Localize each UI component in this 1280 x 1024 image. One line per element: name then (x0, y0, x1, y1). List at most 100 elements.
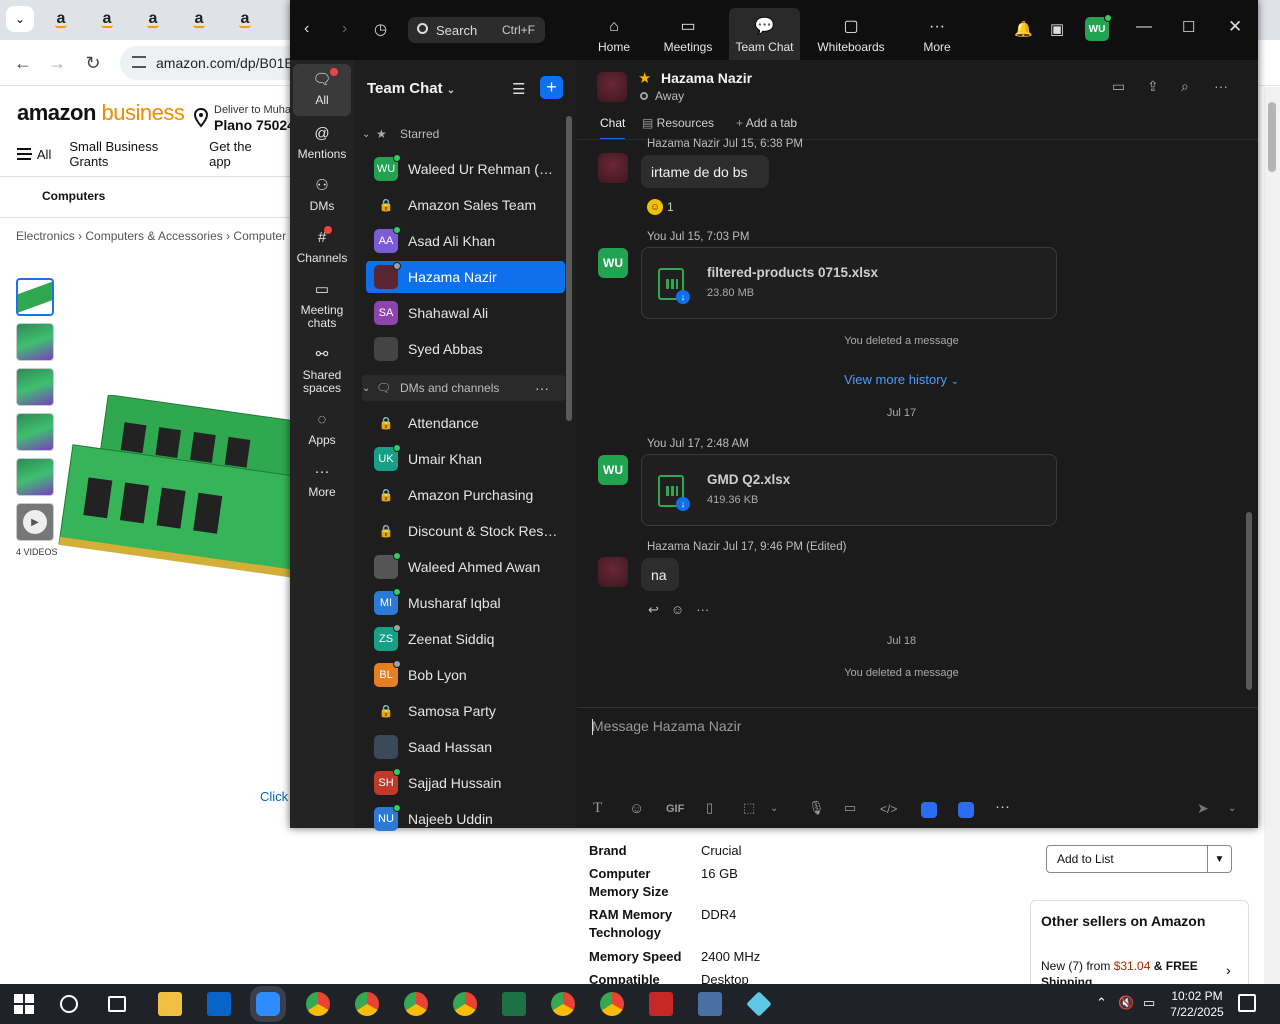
rail-meeting-chats[interactable]: ▭ Meeting chats (293, 280, 351, 330)
microphone-icon[interactable]: 🎙 (808, 800, 825, 816)
chat-list-title[interactable]: Team Chat ⌄ (367, 80, 455, 97)
chat-list-scrollbar[interactable] (566, 116, 572, 421)
browser-tab-amazon-4[interactable]: a (184, 6, 214, 32)
add-reaction-icon[interactable]: ☺ (671, 602, 684, 618)
browser-tab-amazon-1[interactable]: a (46, 6, 76, 32)
sender-avatar[interactable] (598, 557, 628, 587)
chevron-down-icon[interactable]: ▼ (1207, 846, 1231, 872)
view-more-history-link[interactable]: View more history ⌄ (577, 372, 1226, 387)
contact-item[interactable]: ZS Zeenat Siddiq (366, 623, 565, 655)
sender-avatar[interactable] (598, 153, 628, 183)
app-icon[interactable] (958, 802, 974, 818)
add-to-list-button[interactable]: Add to List ▼ (1046, 845, 1232, 873)
chrome-icon[interactable] (404, 992, 428, 1016)
task-view-icon[interactable] (108, 996, 126, 1012)
send-icon[interactable]: ➤ (1197, 800, 1209, 817)
nav-get-the-app[interactable]: Get the app (209, 139, 272, 169)
minimize-icon[interactable]: — (1136, 18, 1152, 36)
scrollbar-thumb[interactable] (1268, 102, 1276, 172)
chrome-icon[interactable] (306, 992, 330, 1016)
zoom-app-icon[interactable] (256, 992, 280, 1016)
video-thumbnail[interactable]: ▶ (16, 503, 54, 541)
chat-contact-name[interactable]: Hazama Nazir (661, 70, 752, 86)
star-icon[interactable]: ★ (638, 69, 651, 87)
search-input[interactable]: Search Ctrl+F (408, 17, 545, 43)
contact-item[interactable]: 🔒 Amazon Purchasing (366, 479, 565, 511)
contact-avatar[interactable] (597, 72, 627, 102)
rail-apps[interactable]: ◌ Apps (293, 410, 351, 447)
chrome-icon[interactable] (551, 992, 575, 1016)
code-icon[interactable]: </> (880, 802, 897, 816)
file-explorer-icon[interactable] (158, 992, 182, 1016)
calculator-icon[interactable] (698, 992, 722, 1016)
volume-muted-icon[interactable]: 🔇 (1118, 995, 1134, 1011)
file-attachment[interactable]: ↓ filtered-products 0715.xlsx 23.80 MB (641, 247, 1057, 319)
contact-item[interactable]: UK Umair Khan (366, 443, 565, 475)
video-message-icon[interactable]: ▭ (844, 800, 856, 816)
more-options-icon[interactable]: ··· (535, 380, 549, 396)
chrome-icon[interactable] (600, 992, 624, 1016)
chevron-right-icon[interactable]: › (1226, 962, 1231, 978)
contact-item[interactable]: 🔒 Attendance (366, 407, 565, 439)
new-chat-button[interactable]: + (540, 76, 563, 99)
windows-start-icon[interactable] (14, 994, 34, 1014)
tab-chat[interactable]: Chat (600, 116, 626, 140)
forward-arrow-icon[interactable]: › (342, 20, 347, 38)
rail-all[interactable]: 🗨 All (293, 64, 351, 116)
contact-item[interactable]: AA Asad Ali Khan (366, 225, 565, 257)
sub-nav-computers[interactable]: Computers (42, 189, 105, 203)
breadcrumb[interactable]: Electronics › Computers & Accessories › … (16, 229, 290, 243)
video-off-icon[interactable]: ▭ (1112, 78, 1125, 95)
topnav-more[interactable]: ··· More (910, 8, 964, 60)
rail-dms[interactable]: ⚇ DMs (293, 176, 351, 213)
chevron-up-icon[interactable]: ⌃ (1096, 995, 1107, 1011)
chevron-down-icon[interactable]: ⌄ (770, 803, 778, 814)
contact-item[interactable]: Saad Hassan (366, 731, 565, 763)
download-icon[interactable]: ↓ (676, 497, 690, 511)
search-icon[interactable]: ⌕ (1181, 78, 1189, 95)
rail-mentions[interactable]: @ Mentions (293, 124, 351, 161)
chat-scrollbar[interactable] (1246, 512, 1252, 690)
more-options-icon[interactable]: ··· (696, 602, 709, 618)
tab-add[interactable]: + Add a tab (736, 116, 797, 140)
filter-icon[interactable]: ☰ (512, 80, 525, 98)
contact-item[interactable]: 🔒 Samosa Party (366, 695, 565, 727)
emoji-icon[interactable]: ☺ (629, 800, 644, 817)
deliver-to-label[interactable]: Deliver to Muhar (214, 104, 295, 116)
chrome-icon[interactable] (453, 992, 477, 1016)
message-input[interactable]: Message Hazama Nazir (592, 718, 1232, 738)
amazon-business-logo[interactable]: amazon business (17, 100, 185, 126)
browser-tab-amazon-5[interactable]: a (230, 6, 260, 32)
contact-item[interactable]: NU Najeeb Uddin (366, 803, 565, 835)
browser-tab-amazon-3[interactable]: a (138, 6, 168, 32)
contact-item[interactable]: WU Waleed Ur Rehman (you) (366, 153, 565, 185)
back-arrow-icon[interactable]: ← (12, 52, 34, 74)
menu-hamburger-icon[interactable] (17, 148, 32, 160)
chrome-icon[interactable] (355, 992, 379, 1016)
contact-item[interactable]: MI Musharaf Iqbal (366, 587, 565, 619)
filezilla-icon[interactable] (649, 992, 673, 1016)
screenshot-icon[interactable]: ⬚ (743, 800, 755, 816)
close-icon[interactable]: ✕ (1228, 17, 1242, 37)
site-info-icon[interactable] (132, 56, 146, 68)
contact-item[interactable]: SA Shahawal Ali (366, 297, 565, 329)
product-thumbnail[interactable] (16, 413, 54, 451)
contact-item[interactable]: 🔒 Discount & Stock Reser... (366, 515, 565, 547)
page-scrollbar[interactable] (1264, 87, 1280, 984)
gif-button[interactable]: GIF (666, 803, 684, 815)
product-main-image[interactable] (55, 395, 290, 625)
download-icon[interactable]: ↓ (676, 290, 690, 304)
file-icon[interactable]: ▯ (706, 800, 713, 816)
search-icon[interactable] (60, 995, 78, 1013)
outlook-icon[interactable] (207, 992, 231, 1016)
contact-item[interactable]: Waleed Ahmed Awan (366, 551, 565, 583)
section-starred[interactable]: ⌄ ★ Starred (362, 121, 572, 147)
file-attachment[interactable]: ↓ GMD Q2.xlsx 419.36 KB (641, 454, 1057, 526)
back-arrow-icon[interactable]: ‹ (304, 20, 309, 38)
reaction-pill[interactable]: ☺ 1 (647, 199, 674, 215)
product-thumbnail[interactable] (16, 323, 54, 361)
contact-item[interactable]: Hazama Nazir (366, 261, 565, 293)
topnav-whiteboards[interactable]: ▢ Whiteboards (812, 8, 890, 60)
app-icon[interactable] (921, 802, 937, 818)
topnav-meetings[interactable]: ▭ Meetings (656, 8, 720, 60)
